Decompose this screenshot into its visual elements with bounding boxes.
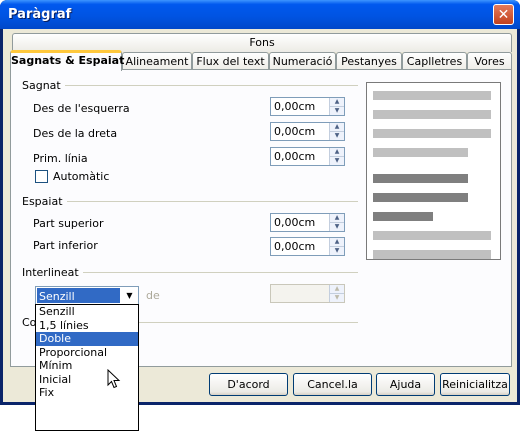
line-spacing-combo[interactable]: Senzill ▼ (35, 286, 139, 305)
preview-line (373, 148, 468, 157)
dialog-client: Fons Sagnats & Espaiat Alineament Flux d… (3, 29, 517, 431)
spin-up-icon[interactable]: ▲ (330, 238, 344, 247)
preview-line (373, 231, 491, 240)
mouse-cursor-icon (107, 369, 121, 389)
line-spacing-value-spinbox[interactable]: ▲ ▼ (270, 284, 345, 303)
spin-up-icon[interactable]: ▲ (330, 123, 344, 132)
indent-before-label: Des de l'esquerra (33, 102, 130, 115)
preview-line-active (373, 193, 468, 202)
indent-group-title: Sagnat (22, 79, 358, 92)
spin-up-icon[interactable]: ▲ (330, 285, 344, 294)
indent-after-label: Des de la dreta (33, 127, 118, 140)
space-below-label: Part inferior (33, 239, 98, 252)
indent-after-spinbox[interactable]: 0,00cm ▲ ▼ (270, 122, 345, 141)
automatic-label: Automàtic (53, 170, 110, 183)
close-button[interactable]: ✕ (493, 4, 514, 25)
preview-line (373, 129, 491, 138)
close-icon: ✕ (497, 6, 510, 23)
chevron-down-icon[interactable]: ▼ (121, 287, 138, 304)
spin-down-icon[interactable]: ▼ (330, 247, 344, 255)
preview-line-active (373, 174, 468, 183)
line-spacing-group-title: Interlineat (22, 266, 358, 279)
paragraph-preview (366, 82, 501, 260)
spin-up-icon[interactable]: ▲ (330, 148, 344, 157)
dropdown-option[interactable]: Senzill (36, 305, 138, 319)
spin-up-icon[interactable]: ▲ (330, 214, 344, 223)
spin-up-icon[interactable]: ▲ (330, 98, 344, 107)
spin-down-icon[interactable]: ▼ (330, 132, 344, 140)
space-above-label: Part superior (33, 217, 104, 230)
spin-down-icon[interactable]: ▼ (330, 157, 344, 165)
dialog-window: Paràgraf ✕ Fons Sagnats & Espaiat Alinea… (0, 0, 520, 431)
cancel-button[interactable]: Cancel.la (293, 373, 372, 396)
dropdown-option[interactable]: Fix (36, 386, 138, 400)
preview-line (373, 110, 491, 119)
dropdown-option[interactable]: Mínim (36, 359, 138, 373)
tab-indents-spacing[interactable]: Sagnats & Espaiat (10, 50, 124, 71)
dropdown-option[interactable]: Inicial (36, 373, 138, 387)
preview-line-active (373, 212, 433, 221)
ok-button[interactable]: D'acord (209, 373, 288, 396)
first-line-spinbox[interactable]: 0,00cm ▲ ▼ (270, 147, 345, 166)
dropdown-option-highlighted[interactable]: Doble (36, 332, 138, 346)
reset-button[interactable]: Reinicialitza (440, 373, 510, 396)
line-spacing-dropdown: Senzill 1,5 línies Doble Proporcional Mí… (35, 304, 139, 431)
first-line-label: Prim. línia (33, 152, 88, 165)
spin-down-icon[interactable]: ▼ (330, 107, 344, 115)
spin-down-icon[interactable]: ▼ (330, 294, 344, 302)
dropdown-option[interactable]: Proporcional (36, 346, 138, 360)
space-above-spinbox[interactable]: 0,00cm ▲ ▼ (270, 213, 345, 232)
of-label: de (146, 289, 160, 302)
spacing-group-title: Espaiat (22, 195, 358, 208)
indent-before-spinbox[interactable]: 0,00cm ▲ ▼ (270, 97, 345, 116)
preview-line (373, 250, 491, 259)
dropdown-option[interactable]: 1,5 línies (36, 319, 138, 333)
automatic-checkbox[interactable] (35, 170, 48, 183)
spin-down-icon[interactable]: ▼ (330, 223, 344, 231)
help-button[interactable]: Ajuda (376, 373, 435, 396)
window-title: Paràgraf (8, 7, 72, 22)
space-below-spinbox[interactable]: 0,00cm ▲ ▼ (270, 237, 345, 256)
preview-line (373, 91, 491, 100)
title-bar[interactable]: Paràgraf ✕ (0, 0, 520, 29)
